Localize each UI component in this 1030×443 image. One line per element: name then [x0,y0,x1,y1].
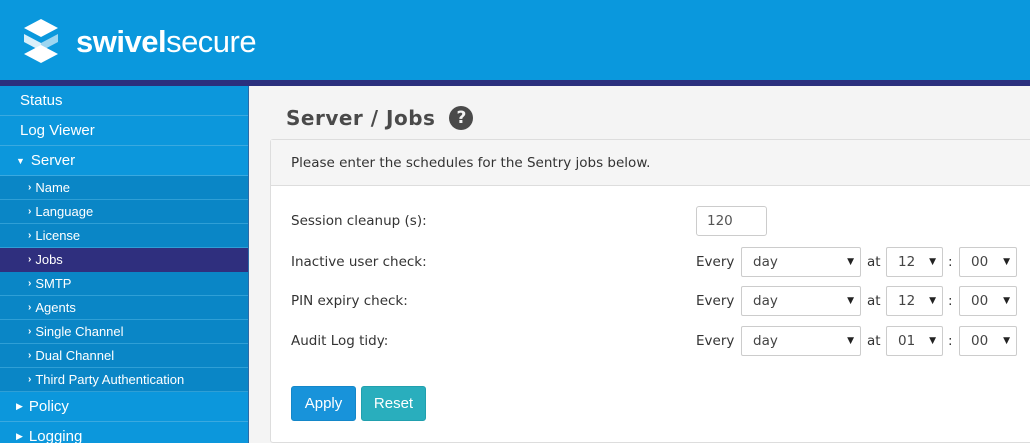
swivelsecure-logo-icon [24,19,58,63]
chevron-right-icon: › [28,206,32,217]
inactive-user-period-select[interactable]: day ▼ [741,247,861,277]
session-cleanup-input[interactable]: 120 [696,206,767,236]
every-label: Every [696,293,735,309]
select-value: day [753,333,778,349]
inactive-user-check-row: Inactive user check: Every day ▼ at 12 ▼ :… [291,247,1030,277]
sidebar-item-label: Language [35,204,94,219]
audit-log-tidy-label: Audit Log tidy: [291,333,389,349]
apply-button[interactable]: Apply [291,386,356,421]
chevron-right-icon: › [28,278,32,289]
app-window: swivelsecure Status Log Viewer ▼ Server ›… [0,0,1030,443]
sidebar-item-label: Log Viewer [20,122,95,139]
dropdown-arrow-icon: ▼ [847,257,854,267]
time-separator: : [948,254,953,270]
dropdown-arrow-icon: ▼ [1003,257,1010,267]
sidebar-item-single-channel[interactable]: › Single Channel [0,320,248,344]
dropdown-arrow-icon: ▼ [929,336,936,346]
sidebar-item-label: License [35,228,81,243]
audit-log-hour-select[interactable]: 01 ▼ [886,326,943,356]
dropdown-arrow-icon: ▼ [847,296,854,306]
every-label: Every [696,254,735,270]
pin-expiry-check-label: PIN expiry check: [291,293,408,309]
sidebar-item-policy[interactable]: ▶ Policy [0,392,248,422]
sidebar-item-label: Agents [35,300,76,315]
caret-right-icon: ▶ [16,431,23,441]
sidebar-item-name[interactable]: › Name [0,176,248,200]
brand-name: swivelsecure [76,23,257,59]
sidebar-item-third-party-authentication[interactable]: › Third Party Authentication [0,368,248,392]
dropdown-arrow-icon: ▼ [929,257,936,267]
chevron-right-icon: › [28,326,32,337]
sidebar-item-label: Name [35,180,71,195]
chevron-right-icon: › [28,230,32,241]
time-separator: : [948,333,953,349]
main-content: Server / Jobs ? Please enter the schedul… [250,86,1030,443]
select-value: 00 [971,293,989,309]
session-cleanup-label: Session cleanup (s): [291,213,427,229]
jobs-panel: Please enter the schedules for the Sentr… [270,139,1030,443]
top-header: swivelsecure [0,0,1030,80]
sidebar-item-label: Status [20,92,63,109]
sidebar-item-label: SMTP [35,276,72,291]
title-row: Server / Jobs ? [286,106,474,130]
page-title: Server / Jobs [286,106,436,130]
sidebar-item-license[interactable]: › License [0,224,248,248]
dropdown-arrow-icon: ▼ [1003,336,1010,346]
panel-intro: Please enter the schedules for the Sentr… [271,140,1030,186]
chevron-right-icon: › [28,350,32,361]
every-label: Every [696,333,735,349]
pin-expiry-minute-select[interactable]: 00 ▼ [959,286,1017,316]
sidebar-item-dual-channel[interactable]: › Dual Channel [0,344,248,368]
help-icon[interactable]: ? [449,106,474,130]
at-label: at [867,254,881,270]
audit-log-period-select[interactable]: day ▼ [741,326,861,356]
select-value: 12 [898,254,916,270]
sidebar-nav: Status Log Viewer ▼ Server › Name › Languag… [0,86,249,443]
sidebar-item-server[interactable]: ▼ Server [0,146,248,176]
chevron-right-icon: › [28,182,32,193]
sidebar-item-label: Single Channel [35,324,124,339]
select-value: 12 [898,293,916,309]
sidebar-item-agents[interactable]: › Agents [0,296,248,320]
session-cleanup-row: Session cleanup (s): 120 [291,206,1030,236]
audit-log-minute-select[interactable]: 00 ▼ [959,326,1017,356]
sidebar-item-logging[interactable]: ▶ Logging [0,422,248,443]
sidebar-item-label: Jobs [35,252,63,267]
sidebar-item-language[interactable]: › Language [0,200,248,224]
sidebar-item-label: Logging [28,428,83,443]
inactive-user-minute-select[interactable]: 00 ▼ [959,247,1017,277]
sidebar-item-status[interactable]: Status [0,86,248,116]
select-value: 00 [971,333,989,349]
sidebar-item-label: Policy [28,398,69,415]
brand-logo[interactable]: swivelsecure [18,17,257,65]
select-value: 01 [898,333,916,349]
dropdown-arrow-icon: ▼ [1003,296,1010,306]
sidebar-item-jobs[interactable]: › Jobs [0,248,248,272]
select-value: day [753,293,778,309]
reset-button[interactable]: Reset [361,386,426,421]
dropdown-arrow-icon: ▼ [929,296,936,306]
sidebar-item-smtp[interactable]: › SMTP [0,272,248,296]
sidebar-item-label: Third Party Authentication [35,372,185,387]
sidebar-item-label: Dual Channel [35,348,115,363]
pin-expiry-hour-select[interactable]: 12 ▼ [886,286,943,316]
pin-expiry-period-select[interactable]: day ▼ [741,286,861,316]
chevron-right-icon: › [28,374,32,385]
time-separator: : [948,293,953,309]
dropdown-arrow-icon: ▼ [847,336,854,346]
pin-expiry-check-row: PIN expiry check: Every day ▼ at 12 ▼ : 00… [291,286,1030,316]
sidebar-item-label: Server [30,152,76,169]
at-label: at [867,333,881,349]
chevron-right-icon: › [28,254,32,265]
select-value: 00 [971,254,989,270]
caret-down-icon: ▼ [16,155,25,166]
sidebar-item-log-viewer[interactable]: Log Viewer [0,116,248,146]
inactive-user-check-label: Inactive user check: [291,254,427,270]
select-value: day [753,254,778,270]
chevron-right-icon: › [28,302,32,313]
at-label: at [867,293,881,309]
audit-log-tidy-row: Audit Log tidy: Every day ▼ at 01 ▼ : 00 ▼ [291,326,1030,356]
caret-right-icon: ▶ [16,401,23,411]
inactive-user-hour-select[interactable]: 12 ▼ [886,247,943,277]
